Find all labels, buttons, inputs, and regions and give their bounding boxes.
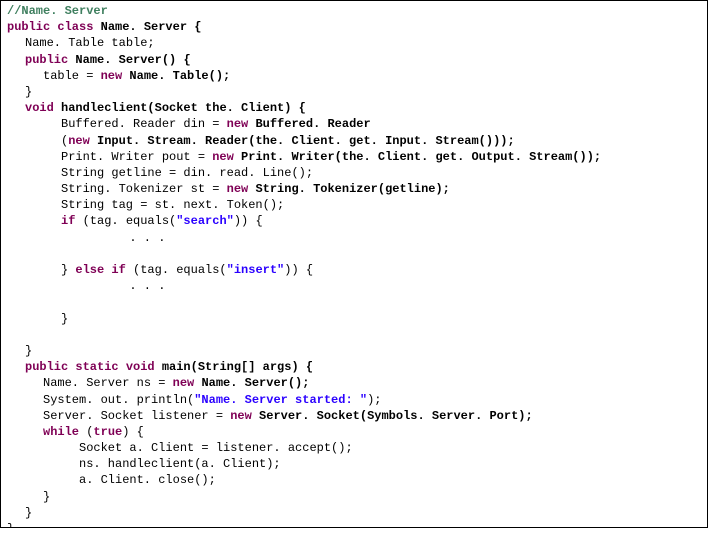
kw: new xyxy=(227,117,256,131)
kw: new xyxy=(173,376,202,390)
txt: . . . xyxy=(129,279,165,293)
txt: . . . xyxy=(129,231,165,245)
comment: //Name. Server xyxy=(7,4,108,18)
txt: } xyxy=(25,344,32,358)
str: "search" xyxy=(176,214,234,228)
code-container: //Name. Server public class Name. Server… xyxy=(0,0,708,528)
txt: String. Tokenizer(getline); xyxy=(255,182,449,196)
kw: void xyxy=(25,101,61,115)
txt: Name. Server(); xyxy=(201,376,309,390)
kw: public class xyxy=(7,20,101,34)
txt: handleclient(Socket the. Client) { xyxy=(61,101,306,115)
txt: (tag. equals( xyxy=(133,263,227,277)
txt: ) { xyxy=(122,425,144,439)
txt: (tag. equals( xyxy=(83,214,177,228)
kw: public xyxy=(25,53,75,67)
txt: )) { xyxy=(234,214,263,228)
txt: Input. Stream. Reader(the. Client. get. … xyxy=(97,134,515,148)
txt: table = xyxy=(43,69,101,83)
txt: Server. Socket(Symbols. Server. Port); xyxy=(259,409,533,423)
txt: Socket a. Client = listener. accept(); xyxy=(79,441,353,455)
txt: } xyxy=(61,312,68,326)
txt: Server. Socket listener = xyxy=(43,409,230,423)
txt: String tag = st. next. Token(); xyxy=(61,198,284,212)
txt: } xyxy=(61,263,75,277)
txt: System. out. println( xyxy=(43,393,194,407)
txt: Name. Server { xyxy=(101,20,202,34)
kw: new xyxy=(227,182,256,196)
txt: Print. Writer pout = xyxy=(61,150,212,164)
txt: Buffered. Reader din = xyxy=(61,117,227,131)
kw: if xyxy=(61,214,83,228)
txt: a. Client. close(); xyxy=(79,473,216,487)
txt: Name. Table table; xyxy=(25,36,155,50)
txt: String getline = din. read. Line(); xyxy=(61,166,313,180)
txt: Print. Writer(the. Client. get. Output. … xyxy=(241,150,601,164)
txt: String. Tokenizer st = xyxy=(61,182,227,196)
kw: new xyxy=(230,409,259,423)
kw: new xyxy=(68,134,97,148)
txt: } xyxy=(7,522,14,528)
txt: Buffered. Reader xyxy=(255,117,370,131)
txt: ns. handleclient(a. Client); xyxy=(79,457,281,471)
txt: } xyxy=(25,506,32,520)
str: "insert" xyxy=(227,263,285,277)
txt: Name. Server() { xyxy=(75,53,190,67)
kw: new xyxy=(101,69,130,83)
str: "Name. Server started: " xyxy=(194,393,367,407)
txt: } xyxy=(43,490,50,504)
txt: main(String[] args) { xyxy=(162,360,313,374)
kw: else if xyxy=(75,263,133,277)
txt: ); xyxy=(367,393,381,407)
kw: new xyxy=(212,150,241,164)
txt: } xyxy=(25,85,32,99)
kw: while xyxy=(43,425,86,439)
kw: public static void xyxy=(25,360,162,374)
txt: Name. Table(); xyxy=(129,69,230,83)
txt: )) { xyxy=(284,263,313,277)
kw: true xyxy=(93,425,122,439)
txt: Name. Server ns = xyxy=(43,376,173,390)
code-block: //Name. Server public class Name. Server… xyxy=(7,3,701,528)
